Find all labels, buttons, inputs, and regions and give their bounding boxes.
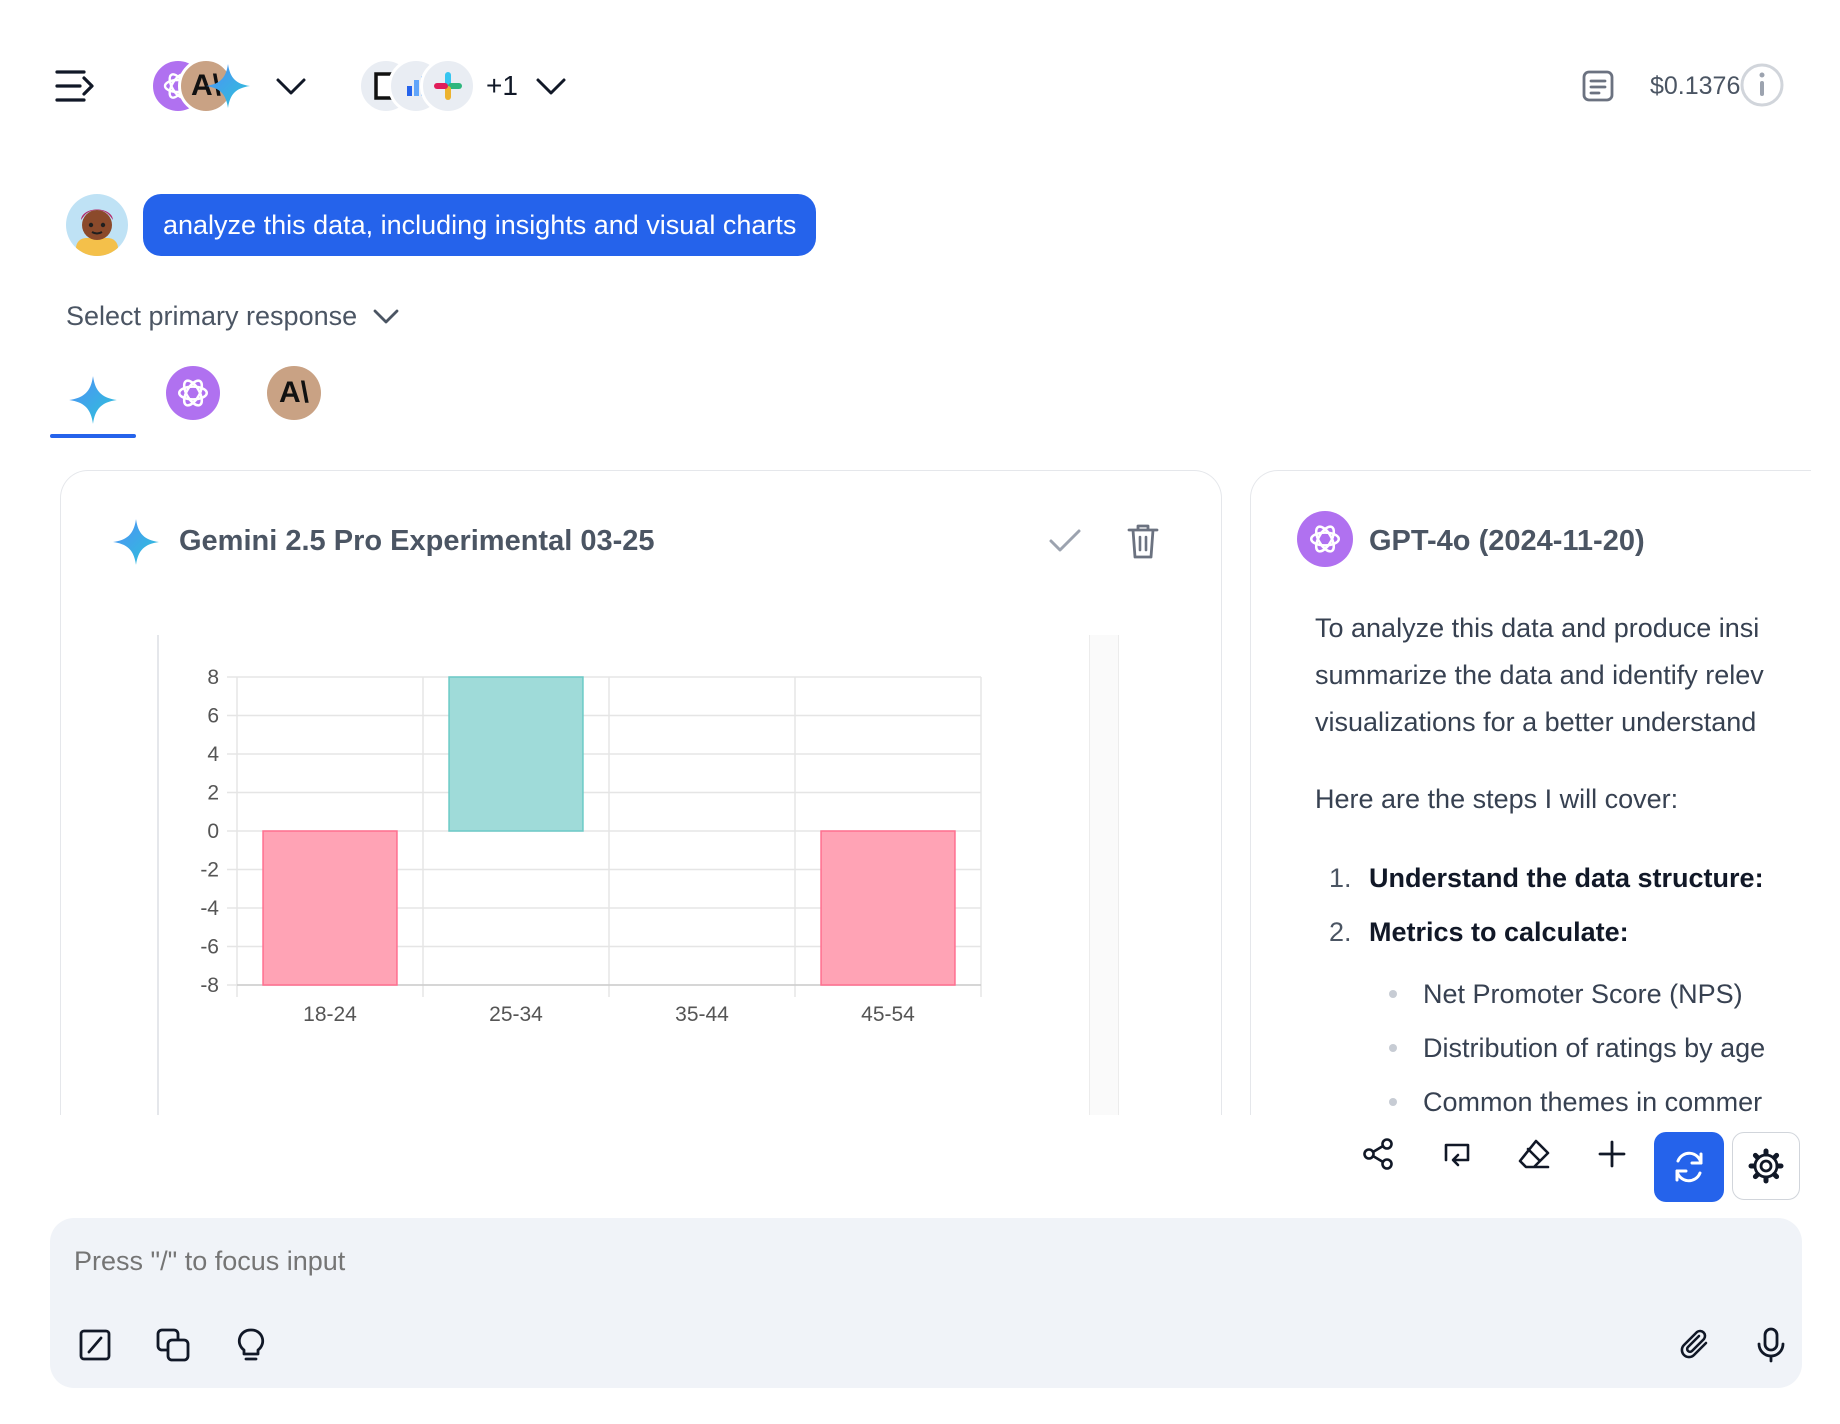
notes-icon [1582, 70, 1614, 102]
paperclip-icon [1680, 1329, 1708, 1359]
step-number: 1. [1329, 863, 1352, 893]
y-tick-label: 2 [207, 782, 219, 805]
gpt-response-card: GPT-4o (2024-11-20) To analyze this data… [1250, 470, 1811, 1115]
menu-icon [55, 70, 94, 102]
bar-chart: 8 6 4 2 0 -2 -4 -6 -8 18-24 25-34 35-44 45-54 [200, 666, 982, 1026]
intro-line: To analyze this data and produce insi [1315, 613, 1760, 643]
command-button[interactable] [70, 1320, 120, 1370]
y-tick-label: 0 [207, 820, 219, 843]
y-tick-label: 4 [207, 743, 219, 766]
y-tick-label: -6 [200, 936, 219, 959]
bullet-dot [1389, 990, 1397, 998]
reply-button[interactable] [1434, 1132, 1478, 1176]
x-tick-label: 45-54 [861, 1003, 915, 1026]
layers-icon [156, 1328, 190, 1362]
microphone-icon [1757, 1327, 1785, 1363]
tab-gemini[interactable] [50, 362, 136, 438]
tab-claude[interactable]: A\ [265, 364, 323, 422]
tab-gpt[interactable] [164, 364, 222, 422]
bullet-dot [1389, 1098, 1397, 1106]
clear-button[interactable] [1512, 1132, 1556, 1176]
gear-icon [1748, 1148, 1784, 1184]
chevron-down-icon [373, 309, 399, 324]
slash-command-icon [79, 1329, 111, 1361]
y-tick-label: -8 [200, 974, 219, 997]
model-selector[interactable]: A\ [150, 58, 320, 114]
add-button[interactable] [1590, 1132, 1634, 1176]
eraser-icon [1518, 1139, 1550, 1169]
intro-line: visualizations for a better understand [1315, 707, 1757, 737]
gpt-card-title: GPT-4o (2024-11-20) [1369, 525, 1645, 557]
check-icon [1049, 529, 1081, 552]
anthropic-icon: A\ [267, 366, 321, 420]
slack-icon [420, 58, 476, 114]
plus-icon [1598, 1140, 1626, 1168]
step-number: 2. [1329, 917, 1352, 947]
chat-input-container [50, 1218, 1802, 1388]
tools-selector[interactable]: +1 [358, 58, 578, 114]
gemini-response-card: Gemini 2.5 Pro Experimental 03-25 8 6 4 2 0 -… [60, 470, 1222, 1115]
x-tick-label: 35-44 [675, 1003, 729, 1026]
lightbulb-icon [237, 1328, 265, 1361]
refresh-icon [1675, 1151, 1703, 1183]
bullet-text: Common themes in commer [1423, 1087, 1763, 1115]
copy-prompt-button[interactable] [148, 1320, 198, 1370]
reply-icon [1444, 1143, 1470, 1167]
steps-intro: Here are the steps I will cover: [1315, 784, 1679, 814]
bar-18-24 [262, 830, 398, 986]
gemini-card-title: Gemini 2.5 Pro Experimental 03-25 [179, 525, 655, 557]
intro-line: summarize the data and identify relev [1315, 660, 1764, 690]
user-prompt-bubble: analyze this data, including insights an… [143, 194, 817, 256]
bullet-text: Distribution of ratings by age [1423, 1033, 1766, 1063]
active-tab-indicator [50, 434, 136, 438]
delete-response-button[interactable] [1121, 519, 1165, 563]
chevron-down-icon [536, 78, 566, 95]
chart-scrollbar-track[interactable] [1089, 635, 1119, 1115]
select-primary-label: Select primary response [66, 300, 358, 331]
voice-input-button[interactable] [1746, 1320, 1796, 1370]
openai-icon [1297, 511, 1353, 567]
gemini-icon [113, 519, 159, 565]
select-primary-check-button[interactable] [1043, 519, 1087, 563]
bullet-dot [1389, 1044, 1397, 1052]
y-tick-label: 8 [207, 666, 219, 689]
share-button[interactable] [1356, 1132, 1400, 1176]
user-prompt-text: analyze this data, including insights an… [163, 209, 797, 240]
gemini-icon [202, 60, 254, 112]
chart-container: 8 6 4 2 0 -2 -4 -6 -8 18-24 25-34 35-44 45-54 [157, 635, 1157, 1115]
x-tick-label: 25-34 [489, 1003, 543, 1026]
cost-info-button[interactable] [1738, 61, 1786, 109]
bullet-text: Net Promoter Score (NPS) [1423, 979, 1743, 1009]
notes-button[interactable] [1576, 64, 1620, 108]
regenerate-button[interactable] [1654, 1132, 1724, 1202]
bar-25-34 [448, 676, 584, 832]
bar-45-54 [820, 830, 956, 986]
attach-button[interactable] [1670, 1320, 1720, 1370]
cost-display: $0.1376 [1650, 72, 1741, 100]
y-tick-label: 6 [207, 705, 219, 728]
openai-icon [166, 366, 220, 420]
y-tick-label: -4 [200, 897, 219, 920]
step-text: Understand the data structure: [1369, 863, 1764, 893]
step-text: Metrics to calculate: [1369, 917, 1629, 947]
trash-icon [1127, 524, 1159, 559]
gemini-icon [69, 376, 117, 424]
extra-tools-count: +1 [486, 70, 518, 101]
x-tick-label: 18-24 [303, 1003, 357, 1026]
select-primary-dropdown[interactable]: Select primary response [66, 296, 401, 336]
chevron-down-icon [276, 78, 306, 95]
chat-input[interactable] [72, 1236, 1776, 1286]
share-icon [1363, 1138, 1393, 1170]
user-avatar [66, 194, 128, 256]
info-icon [1740, 63, 1784, 107]
sidebar-toggle-button[interactable] [50, 62, 100, 110]
settings-button[interactable] [1732, 1132, 1800, 1200]
suggestions-button[interactable] [226, 1320, 276, 1370]
y-tick-label: -2 [200, 859, 219, 882]
